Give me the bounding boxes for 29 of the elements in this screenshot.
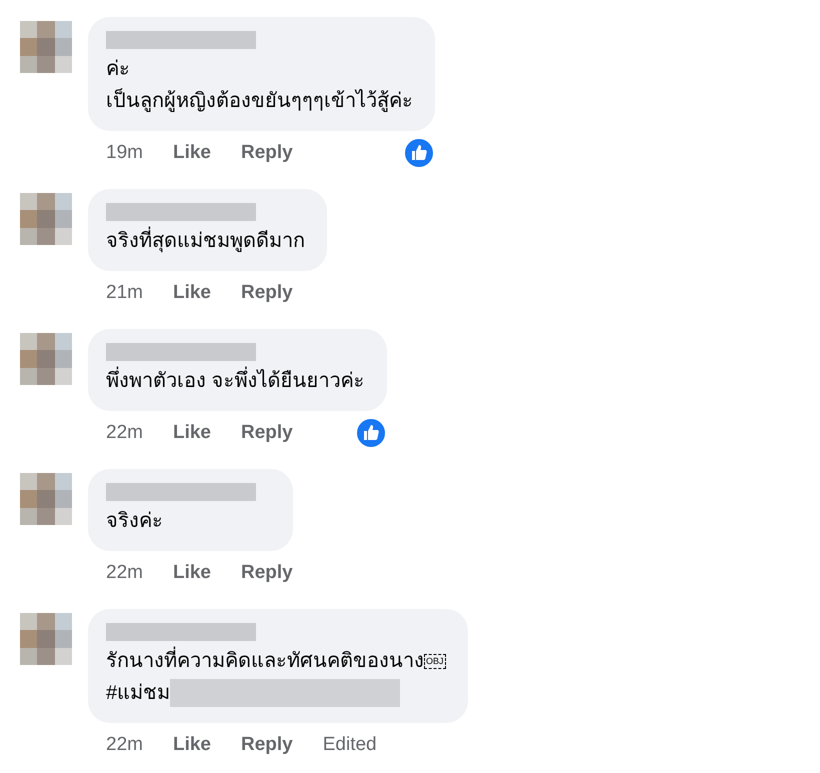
reply-link[interactable]: Reply [241,558,293,588]
comment-time: 19m [106,140,143,165]
comment-time: 22m [106,560,143,585]
comment-text: ค่ะ [106,57,130,82]
like-link[interactable]: Like [172,558,211,588]
reply-link[interactable]: Reply [241,730,293,760]
like-link[interactable]: Like [172,418,211,448]
comment-text: เป็นลูกผู้หญิงต้องขยันๆๆๆเข้าไว้สู้ค่ะ [106,87,413,114]
comment-text: รักนางที่ความคิดและทัศนคติของนาง [106,645,424,677]
avatar-placeholder [20,613,72,665]
comment-time: 22m [106,732,143,757]
comment-time: 21m [106,280,143,305]
comment-text: พึ่งพาตัวเอง จะพึ่งได้ยืนยาวค่ะ [106,365,365,397]
like-link[interactable]: Like [172,730,211,760]
reply-link[interactable]: Reply [241,418,293,448]
avatar-placeholder [20,193,72,245]
like-link[interactable]: Like [172,138,211,168]
like-link[interactable]: Like [172,278,211,308]
avatar-placeholder [20,21,72,73]
comment-text: จริงที่สุดแม่ชมพูดดีมาก [106,225,305,257]
reply-link[interactable]: Reply [241,278,293,308]
reply-link[interactable]: Reply [241,138,293,168]
comment-time: 22m [106,420,143,445]
object-glyph: OBJ [424,654,446,668]
comment-text: #แม่ชม [106,681,170,706]
avatar-placeholder [20,473,72,525]
avatar-placeholder [20,333,72,385]
comment-text: จริงค่ะ [106,509,163,534]
edited-label: Edited [322,732,377,757]
